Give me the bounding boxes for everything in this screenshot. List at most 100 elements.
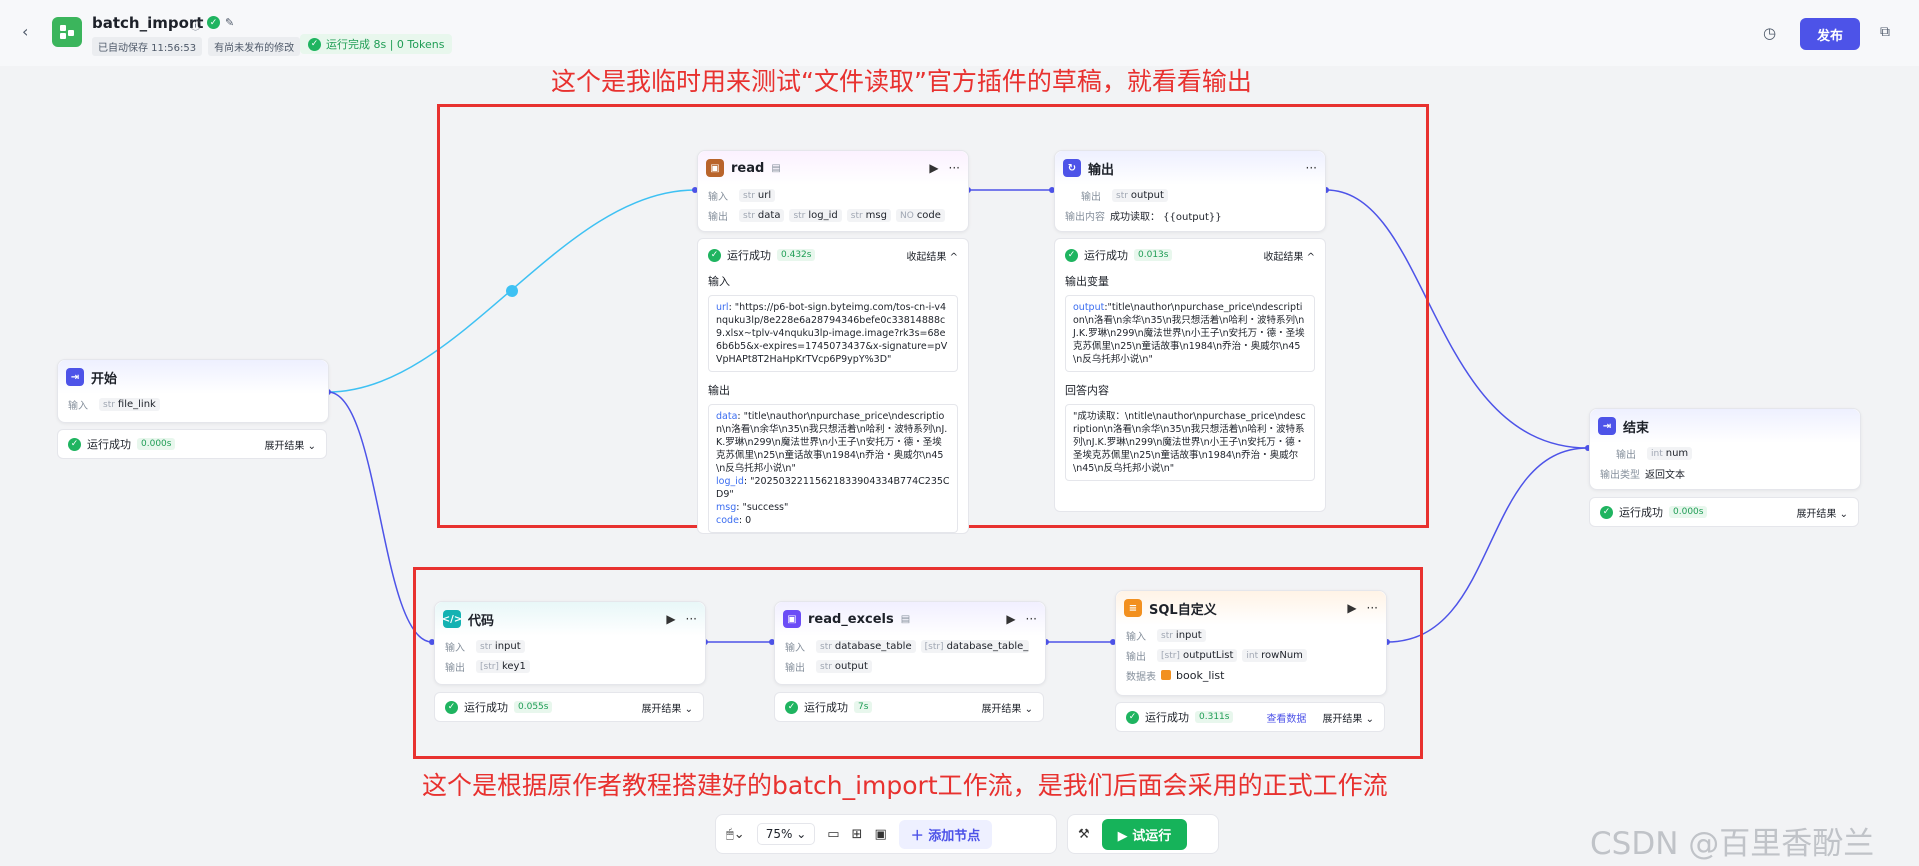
zoom-select[interactable]: 75% ⌄ <box>756 823 816 845</box>
annotation-bottom: 这个是根据原作者教程搭建好的batch_import工作流，是我们后面会采用的正… <box>422 771 1388 800</box>
param-tag: str input <box>476 639 525 653</box>
db-label: 数据表 <box>1126 671 1156 683</box>
output-variable-box: output:"title\nauthor\npurchase_price\nd… <box>1065 295 1315 372</box>
node-title: read_excels <box>808 611 894 627</box>
expand-results-button[interactable]: 展开结果 ⌄ <box>264 437 316 452</box>
output-label: 输出 <box>1081 191 1101 203</box>
status-text: 运行成功 <box>727 249 771 262</box>
check-icon: ✓ <box>1065 248 1078 262</box>
run-node-icon[interactable]: ▶ <box>929 161 938 175</box>
plugin-icon: ▣ <box>706 159 724 177</box>
publish-button[interactable]: 发布 <box>1800 18 1860 50</box>
layout-icon[interactable]: ⊞ <box>852 827 863 842</box>
param-tag: str msg <box>846 208 891 222</box>
window-icon[interactable]: ⧉ <box>1880 24 1890 40</box>
param-name: database_table_list <box>946 640 1029 652</box>
expand-results-button[interactable]: 展开结果 ⌄ <box>1796 505 1848 520</box>
more-icon[interactable]: ··· <box>1367 601 1378 615</box>
status-text: 运行成功 <box>1145 711 1189 724</box>
test-run-label: 试运行 <box>1132 828 1172 844</box>
answer-content-title: 回答内容 <box>1065 384 1109 397</box>
node-title: 代码 <box>468 613 495 629</box>
param-name: output <box>1130 189 1164 201</box>
node-read[interactable]: ▣ read ▤ ▶ ··· 输入 str url 输出 str data str log… <box>697 150 969 232</box>
node-start[interactable]: ⇥ 开始 输入 str file_link <box>57 359 329 423</box>
run-node-icon[interactable]: ▶ <box>666 612 675 626</box>
run-status-badge[interactable]: ✓ 运行完成 8s | 0 Tokens <box>300 34 453 54</box>
node-title: 结束 <box>1623 420 1650 436</box>
info-icon[interactable]: ⓘ <box>190 17 201 33</box>
check-icon: ✓ <box>308 37 321 51</box>
param-name: output <box>834 660 868 672</box>
status-text: 运行成功 <box>1084 249 1128 262</box>
start-status[interactable]: ✓ 运行成功 0.000s 展开结果 ⌄ <box>57 429 327 459</box>
param-name: num <box>1665 447 1689 459</box>
check-icon: ✓ <box>445 700 458 714</box>
collapse-results-button[interactable]: 收起结果 ^ <box>1263 248 1315 263</box>
test-run-button[interactable]: ▶ 试运行 <box>1101 818 1188 850</box>
zoom-value: 75% <box>765 827 793 841</box>
check-icon: ✓ <box>1126 710 1139 724</box>
param-name: input <box>494 640 521 652</box>
check-icon: ✓ <box>708 248 721 262</box>
more-icon[interactable]: ··· <box>686 612 697 626</box>
output-node-icon: ↻ <box>1063 159 1081 177</box>
param-tag: int num <box>1647 446 1693 460</box>
output-variable-title: 输出变量 <box>1065 275 1109 288</box>
end-status[interactable]: ✓ 运行成功 0.000s 展开结果 ⌄ <box>1589 497 1859 527</box>
type-label: str <box>743 210 755 221</box>
status-text: 运行成功 <box>1619 506 1663 519</box>
run-node-icon[interactable]: ▶ <box>1347 601 1356 615</box>
read-excels-status[interactable]: ✓ 运行成功 7s 展开结果 ⌄ <box>774 692 1044 722</box>
code-status[interactable]: ✓ 运行成功 0.055s 展开结果 ⌄ <box>434 692 704 722</box>
node-output[interactable]: ↻ 输出 ··· 输出 str output 输出内容 成功读取： {{output}… <box>1054 150 1326 232</box>
edit-icon[interactable]: ✎ <box>225 16 234 29</box>
run-toolbar: ⚒ ▶ 试运行 <box>1067 814 1219 854</box>
sql-status[interactable]: ✓ 运行成功 0.311s 查看数据 展开结果 ⌄ <box>1115 702 1385 732</box>
view-data-link[interactable]: 查看数据 <box>1266 710 1306 725</box>
end-icon: ⇥ <box>1598 417 1616 435</box>
workflow-app-icon <box>52 17 82 47</box>
workflow-icon: ▣ <box>783 610 801 628</box>
param-name: file_link <box>117 398 156 410</box>
collapse-results-button[interactable]: 收起结果 ^ <box>906 248 958 263</box>
more-icon[interactable]: ··· <box>1026 612 1037 626</box>
add-node-button[interactable]: ＋ 添加节点 <box>898 819 993 849</box>
run-node-icon[interactable]: ▶ <box>1006 612 1015 626</box>
comment-icon[interactable]: ▭ <box>827 827 839 842</box>
node-read-excels[interactable]: ▣ read_excels ▤ ▶ ··· 输入 str database_tabl… <box>774 601 1046 685</box>
duration-badge: 0.311s <box>1195 711 1234 723</box>
input-section-title: 输入 <box>708 275 730 288</box>
expand-results-button[interactable]: 展开结果 ⌄ <box>1322 710 1374 725</box>
mouse-icon[interactable]: 🖱︎⌄ <box>726 827 745 842</box>
node-end[interactable]: ⇥ 结束 输出 int num 输出类型 返回文本 <box>1589 408 1861 490</box>
more-icon[interactable]: ··· <box>1306 161 1317 175</box>
duration-badge: 0.000s <box>1669 506 1708 518</box>
json-value: : "20250322115621833904334B774C235CD9" <box>716 476 950 500</box>
type-value: 返回文本 <box>1645 469 1685 481</box>
expand-results-button[interactable]: 展开结果 ⌄ <box>981 700 1033 715</box>
input-label: 输入 <box>68 400 88 412</box>
node-title: 开始 <box>91 371 118 387</box>
duration-badge: 0.432s <box>777 249 816 261</box>
json-value: : "https://p6-bot-sign.byteimg.com/tos-c… <box>716 302 948 365</box>
output-json-box: data: "title\nauthor\npurchase_price\nde… <box>708 404 958 533</box>
back-icon[interactable]: ‹ <box>22 22 28 41</box>
node-sql[interactable]: ≡ SQL自定义 ▶ ··· 输入 str input 输出 [str] outputL… <box>1115 590 1387 696</box>
history-icon[interactable]: ◷ <box>1763 24 1776 42</box>
unpublished-text: 有尚未发布的修改 <box>208 37 301 56</box>
param-tag: str log_id <box>789 208 842 222</box>
output-label: 输出 <box>1616 449 1636 461</box>
code-icon: </> <box>442 610 462 628</box>
minimap-icon[interactable]: ▣ <box>874 827 886 842</box>
doc-icon: ▤ <box>900 613 911 625</box>
more-icon[interactable]: ··· <box>949 161 960 175</box>
wrench-icon[interactable]: ⚒ <box>1078 827 1090 842</box>
expand-results-button[interactable]: 展开结果 ⌄ <box>641 700 693 715</box>
type-label: int <box>1651 448 1663 459</box>
json-value: :"title\nauthor\npurchase_price\ndescrip… <box>1073 302 1305 365</box>
start-icon: ⇥ <box>66 368 84 386</box>
param-name: key1 <box>501 660 526 672</box>
input-label: 输入 <box>785 642 805 654</box>
node-code[interactable]: </> 代码 ▶ ··· 输入 str input 输出 [str] key1 <box>434 601 706 685</box>
